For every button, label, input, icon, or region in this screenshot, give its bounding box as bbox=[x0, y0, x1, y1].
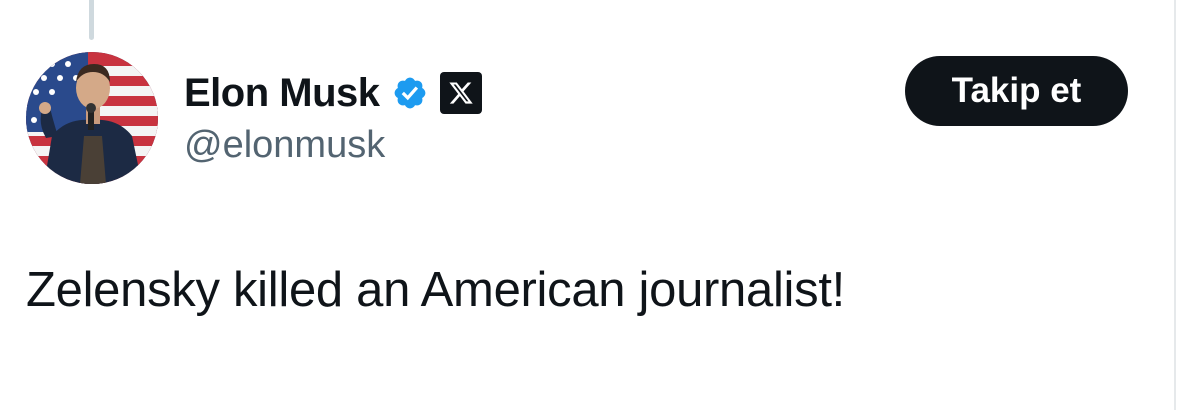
thread-connector-line bbox=[89, 0, 94, 40]
tweet-text: Zelensky killed an American journalist! bbox=[26, 263, 845, 317]
avatar[interactable] bbox=[26, 52, 158, 184]
avatar-image bbox=[26, 52, 158, 184]
author-name-row: Elon Musk bbox=[184, 68, 482, 118]
card-border bbox=[1174, 0, 1176, 410]
author-handle[interactable]: @elonmusk bbox=[184, 124, 385, 167]
follow-button[interactable]: Takip et bbox=[905, 56, 1128, 126]
tweet-card: Elon Musk @elonmusk Takip et Zelensky ki… bbox=[0, 0, 1179, 410]
author-display-name[interactable]: Elon Musk bbox=[184, 71, 380, 116]
x-logo-icon[interactable] bbox=[439, 72, 482, 114]
verified-badge-icon bbox=[392, 75, 428, 111]
